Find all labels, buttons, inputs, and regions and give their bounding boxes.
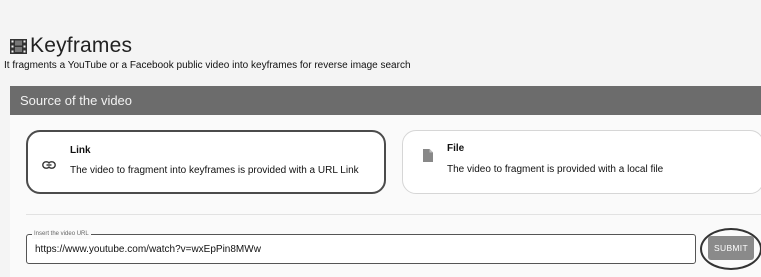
link-option-description: The video to fragment into keyframes is …	[70, 165, 359, 176]
panel-title: Source of the video	[10, 86, 761, 115]
link-option-card[interactable]: Link The video to fragment into keyframe…	[26, 130, 386, 194]
file-option-card[interactable]: File The video to fragment is provided w…	[402, 130, 761, 194]
submit-button[interactable]: SUBMIT	[708, 236, 754, 260]
video-url-input[interactable]: Insert the video URL https://www.youtube…	[26, 229, 696, 264]
link-icon	[42, 156, 56, 174]
source-panel: Source of the video Link The video to fr…	[10, 86, 761, 277]
divider	[26, 214, 761, 215]
page-title: Keyframes	[30, 34, 133, 57]
page-subtitle: It fragments a YouTube or a Facebook pub…	[4, 60, 411, 71]
video-url-value: https://www.youtube.com/watch?v=wxEpPin8…	[35, 244, 261, 255]
page-header: Keyframes	[10, 34, 132, 58]
film-icon	[10, 38, 27, 54]
file-option-title: File	[447, 143, 465, 154]
video-url-label: Insert the video URL	[32, 229, 91, 239]
file-icon	[423, 149, 433, 167]
file-option-description: The video to fragment is provided with a…	[447, 164, 664, 175]
link-option-title: Link	[70, 145, 91, 156]
